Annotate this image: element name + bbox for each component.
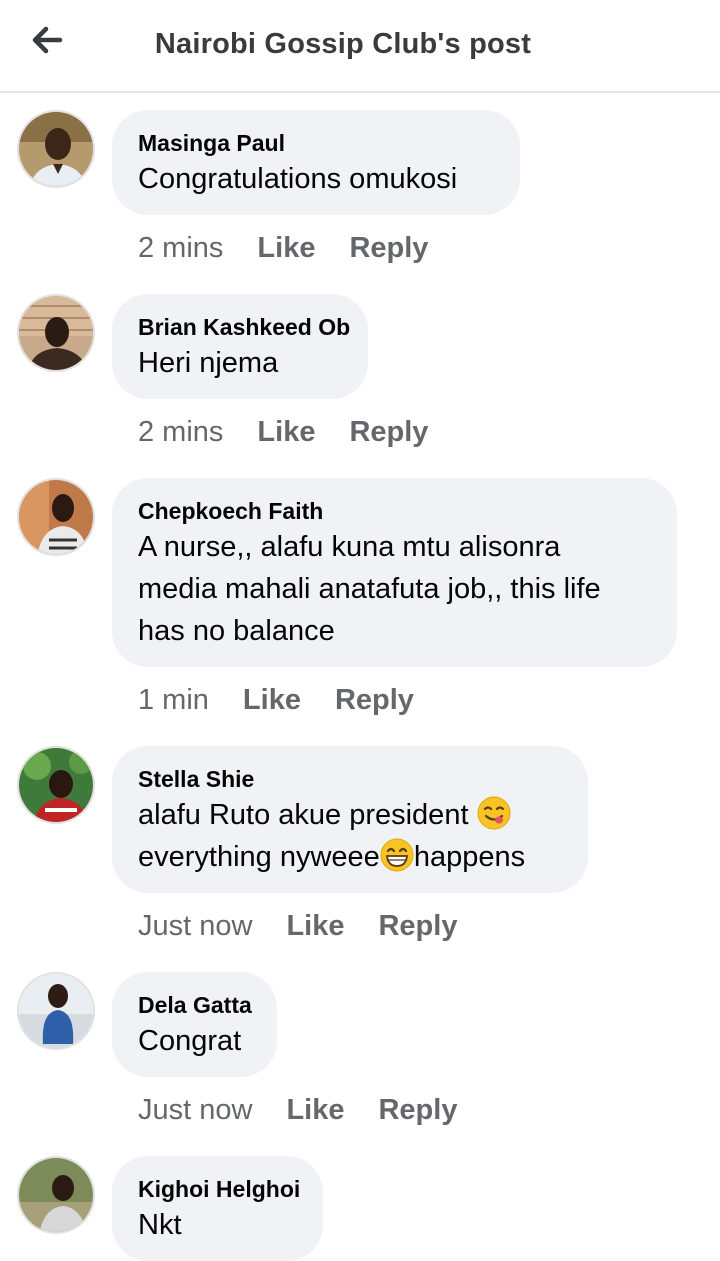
comment-actions: Just now Like Reply (138, 906, 457, 946)
comment-timestamp: Just now (138, 1094, 253, 1126)
comment-text: Nkt (138, 1209, 182, 1241)
comment-text-line: A nurse,, alafu kuna mtu alisonra (138, 531, 561, 563)
comment-bubble: Chepkoech Faith A nurse,, alafu kuna mtu… (112, 478, 677, 667)
comment-author[interactable]: Dela Gatta (138, 990, 252, 1020)
comment-author[interactable]: Chepkoech Faith (138, 496, 651, 526)
reply-button[interactable]: Reply (378, 910, 457, 942)
comment-text: Heri njema (138, 347, 279, 379)
comment-actions: Just now Like Reply (138, 1090, 457, 1130)
profile-photo (19, 112, 93, 186)
like-button[interactable]: Like (286, 1094, 344, 1126)
comment-actions: 1 min Like Reply (138, 680, 414, 720)
avatar[interactable] (17, 110, 95, 188)
top-bar: Nairobi Gossip Club's post (0, 0, 720, 93)
profile-photo (19, 480, 93, 554)
avatar[interactable] (17, 1156, 95, 1234)
comment-text-line: has no balance (138, 615, 335, 647)
comment-timestamp: 1 min (138, 684, 209, 716)
comment-text-line: everything nyweee happens (138, 836, 562, 878)
like-button[interactable]: Like (286, 910, 344, 942)
reply-button[interactable]: Reply (335, 684, 414, 716)
comment-timestamp: 2 mins (138, 416, 224, 448)
profile-photo (19, 1158, 93, 1232)
comment-text: Congrat (138, 1025, 242, 1057)
comment-text-line: alafu Ruto akue president (138, 794, 562, 836)
avatar[interactable] (17, 746, 95, 824)
comment-actions: 2 mins Like Reply (138, 228, 428, 268)
comment-actions: 2 mins Like Reply (138, 412, 428, 452)
reply-button[interactable]: Reply (378, 1094, 457, 1126)
like-button[interactable]: Like (257, 416, 315, 448)
reply-button[interactable]: Reply (349, 416, 428, 448)
comment-author[interactable]: Kighoi Helghoi (138, 1174, 300, 1204)
like-button[interactable]: Like (257, 232, 315, 264)
comment-timestamp: 2 mins (138, 232, 224, 264)
profile-photo (19, 296, 93, 370)
comment-bubble: Kighoi Helghoi Nkt (112, 1156, 323, 1261)
like-button[interactable]: Like (243, 684, 301, 716)
comment-bubble: Stella Shie alafu Ruto akue president ev… (112, 746, 588, 893)
profile-photo (19, 974, 93, 1048)
comment-author[interactable]: Stella Shie (138, 764, 562, 794)
page-title: Nairobi Gossip Club's post (154, 28, 532, 60)
comment-text: happens (413, 841, 526, 873)
comment-text-line: media mahali anatafuta job,, this life (138, 573, 601, 605)
comment-timestamp: Just now (138, 910, 253, 942)
profile-photo (19, 748, 93, 822)
comment-bubble: Dela Gatta Congrat (112, 972, 277, 1077)
avatar[interactable] (17, 972, 95, 1050)
grinning-face-emoji (380, 838, 414, 872)
comment-text: Congratulations omukosi (138, 163, 458, 195)
face-savoring-food-emoji (477, 796, 511, 830)
comment-text: everything nyweee (138, 841, 380, 873)
comment-text: alafu Ruto akue president (138, 799, 469, 831)
avatar[interactable] (17, 294, 95, 372)
reply-button[interactable]: Reply (349, 232, 428, 264)
comment-bubble: Masinga Paul Congratulations omukosi (112, 110, 520, 215)
comment-bubble: Brian Kashkeed Ob Heri njema (112, 294, 368, 399)
avatar[interactable] (17, 478, 95, 556)
comment-author[interactable]: Masinga Paul (138, 128, 494, 158)
comment-author[interactable]: Brian Kashkeed Ob (138, 312, 350, 342)
